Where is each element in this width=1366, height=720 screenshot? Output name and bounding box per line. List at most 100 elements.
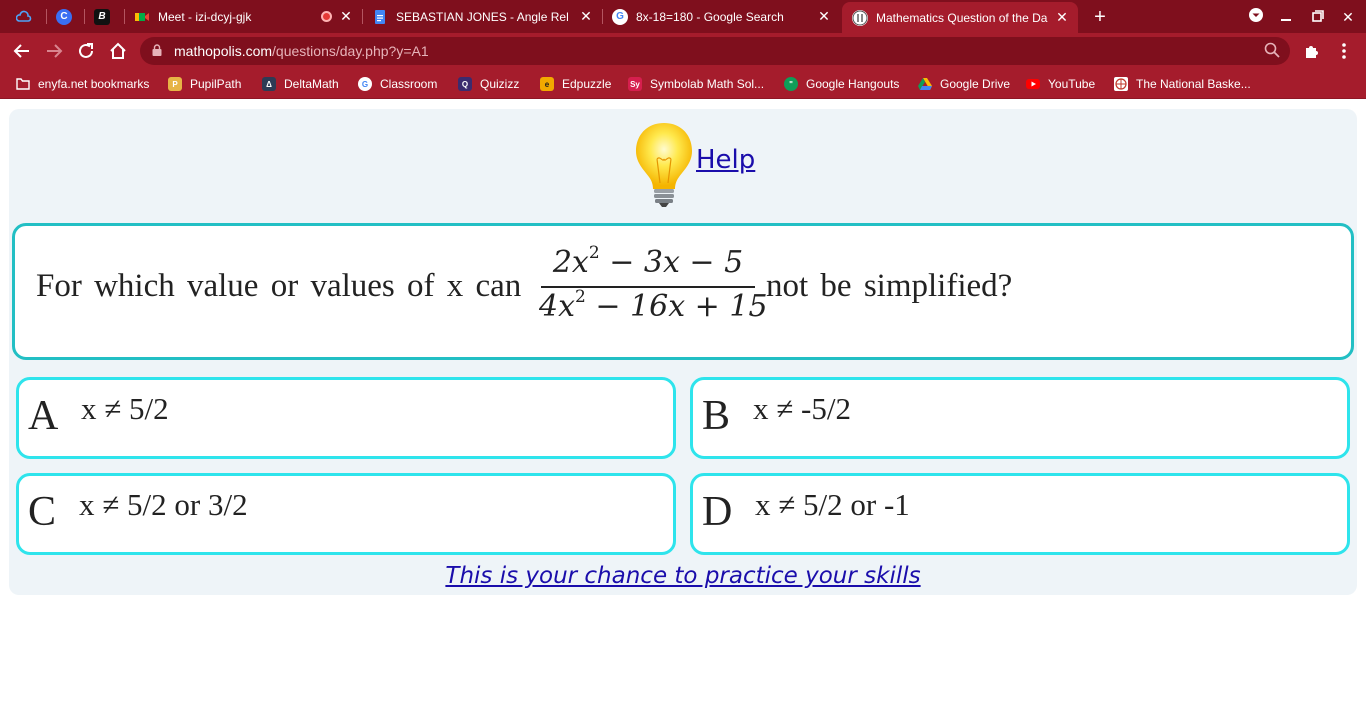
bookmark-edpuzzle[interactable]: e Edpuzzle <box>540 75 611 93</box>
choice-b[interactable]: B x ≠ -5/2 <box>690 377 1350 459</box>
tab-separator <box>124 9 125 24</box>
bookmark-label: Quizizz <box>480 77 520 91</box>
bookmark-deltamath[interactable]: Δ DeltaMath <box>262 75 339 93</box>
choice-text: x ≠ -5/2 <box>753 391 851 426</box>
arrow-left-icon <box>13 44 29 58</box>
back-button[interactable] <box>10 39 34 63</box>
bookmark-label: PupilPath <box>190 77 242 91</box>
bookmark-drive[interactable]: Google Drive <box>918 75 1010 93</box>
tab-search-button[interactable] <box>1246 7 1266 27</box>
home-button[interactable] <box>106 39 130 63</box>
close-tab-icon[interactable]: ✕ <box>338 8 354 25</box>
tab-title: Meet - izi-dcyj-gjk <box>158 9 252 24</box>
url-domain: mathopolis.com <box>174 43 273 59</box>
edpuzzle-icon: e <box>540 77 554 91</box>
browser-toolbar: mathopolis.com/questions/day.php?y=A1 <box>0 33 1366 69</box>
bookmark-label: Edpuzzle <box>562 77 612 91</box>
fraction-numerator: 2x2 − 3x − 5 <box>552 243 744 280</box>
new-tab-button[interactable]: + <box>1090 7 1110 27</box>
bookmark-youtube[interactable]: YouTube <box>1026 75 1095 93</box>
tab-pinned-cloud[interactable] <box>16 0 38 33</box>
bookmark-nba[interactable]: The National Baske... <box>1114 75 1251 93</box>
arrow-right-icon <box>47 44 63 58</box>
lock-icon <box>152 44 162 56</box>
recording-icon <box>321 11 332 22</box>
choice-letter: C <box>28 489 57 535</box>
question-box: For which value or values of x can 2x2 −… <box>12 223 1354 360</box>
bookmark-pupilpath[interactable]: P PupilPath <box>168 75 241 93</box>
minimize-icon <box>1281 19 1291 21</box>
choice-a[interactable]: A x ≠ 5/2 <box>16 377 676 459</box>
bookmark-enyfa[interactable]: enyfa.net bookmarks <box>16 75 149 93</box>
minimize-button[interactable] <box>1276 7 1296 27</box>
chevron-down-icon <box>1249 8 1263 22</box>
extensions-button[interactable] <box>1300 39 1324 63</box>
close-tab-icon[interactable]: ✕ <box>578 8 594 25</box>
tab-meet[interactable]: Meet - izi-dcyj-gjk ✕ <box>134 0 360 33</box>
bookmark-label: Symbolab Math Sol... <box>650 77 765 91</box>
home-icon <box>110 42 126 59</box>
page-content: Help For which value or values of x can … <box>0 100 1366 720</box>
tab-pinned-c[interactable]: C <box>56 0 78 33</box>
bookmark-label: Google Drive <box>940 77 1011 91</box>
close-tab-icon[interactable]: ✕ <box>1054 9 1070 26</box>
google-meet-icon <box>134 9 150 25</box>
restore-button[interactable] <box>1308 7 1328 27</box>
puzzle-icon <box>1306 46 1318 58</box>
mathopolis-icon <box>852 9 868 26</box>
deltamath-icon: Δ <box>262 77 276 91</box>
bookmark-label: enyfa.net bookmarks <box>38 77 150 91</box>
google-icon: G <box>612 8 628 25</box>
bookmark-label: Classroom <box>380 77 438 91</box>
restore-icon <box>1312 10 1324 22</box>
url-text: mathopolis.com/questions/day.php?y=A1 <box>174 43 429 59</box>
reload-button[interactable] <box>74 39 98 63</box>
cloud-icon <box>16 9 32 25</box>
question-suffix: not be simplified? <box>766 268 1013 304</box>
tab-google-search[interactable]: G 8x-18=180 - Google Search ✕ <box>612 0 838 33</box>
tab-pinned-b[interactable]: B <box>94 0 116 33</box>
tab-separator <box>46 9 47 24</box>
symbolab-icon: Sy <box>628 77 642 91</box>
bookmark-symbolab[interactable]: Sy Symbolab Math Sol... <box>628 75 764 93</box>
bookmark-label: The National Baske... <box>1136 77 1251 91</box>
google-icon: G <box>358 77 372 91</box>
practice-link[interactable]: This is your chance to practice your ski… <box>0 563 1366 589</box>
tab-docs[interactable]: SEBASTIAN JONES - Angle Rel R ✕ <box>372 0 600 33</box>
tab-title: 8x-18=180 - Google Search <box>636 9 784 24</box>
forward-button[interactable] <box>42 39 66 63</box>
url-path: /questions/day.php?y=A1 <box>272 43 429 59</box>
bookmark-label: YouTube <box>1048 77 1096 91</box>
close-icon: ✕ <box>1342 9 1354 25</box>
choice-d[interactable]: D x ≠ 5/2 or -1 <box>690 473 1350 555</box>
kebab-menu-icon <box>1342 43 1346 59</box>
tab-strip: C B Meet - izi-dcyj-gjk ✕ SEBASTIAN JONE… <box>0 0 1366 33</box>
address-bar[interactable]: mathopolis.com/questions/day.php?y=A1 <box>140 37 1290 65</box>
close-window-button[interactable]: ✕ <box>1338 7 1358 27</box>
tab-mathopolis[interactable]: Mathematics Question of the Da ✕ <box>842 2 1078 33</box>
reload-icon <box>79 43 93 58</box>
bookmark-quizizz[interactable]: Q Quizizz <box>458 75 519 93</box>
nba-icon <box>1114 77 1128 91</box>
zoom-icon[interactable] <box>1264 42 1280 62</box>
bookmark-label: Google Hangouts <box>806 77 900 91</box>
bookmark-classroom[interactable]: G Classroom <box>358 75 437 93</box>
browser-menu-button[interactable] <box>1332 39 1356 63</box>
choice-text: x ≠ 5/2 <box>81 391 169 426</box>
fraction-denominator: 4x2 − 16x + 15 <box>539 287 768 324</box>
question-panel: Help For which value or values of x can … <box>9 109 1357 595</box>
tab-separator <box>84 9 85 24</box>
folder-icon <box>16 77 30 91</box>
drive-icon <box>918 77 932 91</box>
bookmark-label: DeltaMath <box>284 77 339 91</box>
question-prefix: For which value or values of x can <box>36 268 522 304</box>
lightbulb-icon[interactable] <box>629 119 699 209</box>
pupilpath-icon: P <box>168 77 182 91</box>
choice-c[interactable]: C x ≠ 5/2 or 3/2 <box>16 473 676 555</box>
tab-title: SEBASTIAN JONES - Angle Rel R <box>396 9 572 24</box>
close-tab-icon[interactable]: ✕ <box>816 8 832 25</box>
c-circle-icon: C <box>56 8 72 25</box>
bookmark-hangouts[interactable]: " Google Hangouts <box>784 75 899 93</box>
hangouts-icon: " <box>784 77 798 91</box>
help-link[interactable]: Help <box>696 145 755 175</box>
